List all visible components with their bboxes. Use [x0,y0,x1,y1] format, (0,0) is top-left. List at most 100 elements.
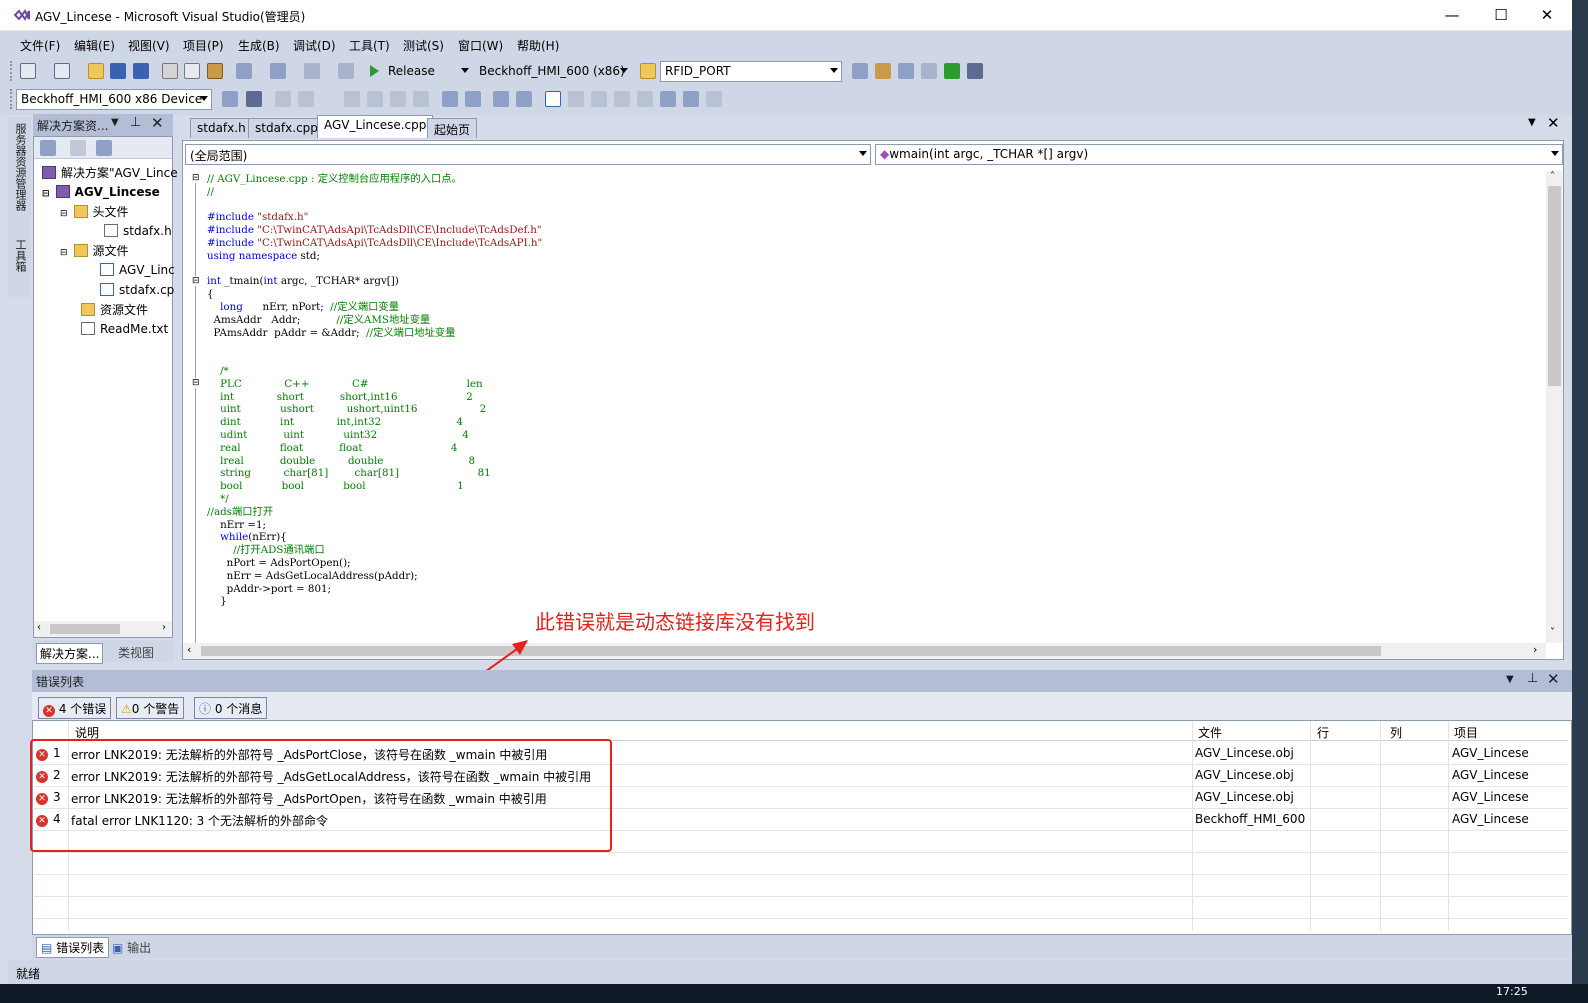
tree-item-header-files[interactable]: ⊟ 头文件 [60,203,129,221]
close-button[interactable]: ✕ [1527,4,1567,26]
code-line[interactable]: string char[81] char[81] 81 [207,467,542,480]
show-all-files-icon[interactable] [70,140,86,156]
code-line[interactable]: pAddr->port = 801; [207,583,542,596]
collapse-icon[interactable]: ⊟ [42,189,50,199]
comment-icon[interactable] [493,91,509,107]
messages-filter-button[interactable]: ⓘ 0 个消息 [194,697,268,719]
menu-window[interactable]: 窗口(W) [458,37,503,54]
code-line[interactable]: bool bool bool 1 [207,480,542,493]
collapse-icon[interactable]: ⊟ [60,248,68,258]
tree-item-stdafx-cpp[interactable]: stdafx.cp [100,281,174,299]
format-bold-icon[interactable] [275,91,291,107]
code-line[interactable]: lreal double double 8 [207,455,542,468]
scroll-thumb[interactable] [1548,186,1561,386]
next-bookmark-icon[interactable] [591,91,607,107]
code-line[interactable]: } [207,595,542,608]
start-debugging-icon[interactable] [366,63,382,79]
format-italic-icon[interactable] [298,91,314,107]
chevron-down-icon[interactable]: ▼ [1528,117,1536,128]
save-icon[interactable] [110,63,126,79]
tab-error-list[interactable]: ▤ 错误列表 [36,937,110,958]
code-line[interactable]: PAmsAddr pAddr = &Addr; //定义端口地址变量 [207,327,542,340]
toolbar-grip[interactable] [10,61,14,81]
next-bookmark-folder-icon[interactable] [637,91,653,107]
menu-project[interactable]: 项目(P) [183,37,224,54]
bookmark-icon[interactable] [545,91,561,107]
scroll-down-icon[interactable]: ˅ [1550,627,1555,638]
code-line[interactable]: uint ushort ushort,uint16 2 [207,403,542,416]
menu-edit[interactable]: 编辑(E) [74,37,115,54]
tab-stdafx-cpp[interactable]: stdafx.cpp [248,118,325,138]
tree-item-stdafx-h[interactable]: stdafx.h [104,222,172,240]
column-column[interactable]: 列 [1390,724,1402,741]
target-device-select[interactable]: Beckhoff_HMI_600 x86 Device [16,89,212,110]
code-line[interactable]: //打开ADS通讯端口 [207,544,542,557]
maximize-button[interactable]: ☐ [1481,4,1521,26]
scroll-left-icon[interactable]: ‹ [37,622,41,633]
solution-platform-select[interactable]: Beckhoff_HMI_600 (x86) [474,61,632,82]
properties-icon[interactable] [40,140,56,156]
code-line[interactable]: while(nErr){ [207,531,542,544]
navigate-back-icon[interactable] [304,63,320,79]
pin-icon[interactable]: ⊥ [130,115,141,130]
code-text[interactable]: // AGV_Lincese.cpp : 定义控制台应用程序的入口点。// #i… [207,173,542,608]
warnings-filter-button[interactable]: ⚠0 个警告 [116,697,185,719]
column-file[interactable]: 文件 [1198,724,1222,741]
code-line[interactable]: /* [207,365,542,378]
scroll-thumb[interactable] [50,624,120,634]
code-line[interactable] [207,263,542,276]
tree-item-resource-files[interactable]: 资源文件 [81,301,148,319]
code-line[interactable]: AmsAddr Addr; //定义AMS地址变量 [207,314,542,327]
font-icon[interactable] [413,91,429,107]
code-line[interactable]: //ads端口打开 [207,506,542,519]
toolbox-tab[interactable]: 工具箱 [12,239,28,272]
close-icon[interactable]: ✕ [1547,670,1560,688]
code-line[interactable]: long nErr, nPort; //定义端口变量 [207,301,542,314]
menu-view[interactable]: 视图(V) [128,37,170,54]
solution-config-select[interactable]: Release [383,61,473,82]
next-bookmark-doc-icon[interactable] [683,91,699,107]
minimize-button[interactable]: — [1432,4,1472,26]
collapse-icon[interactable]: ⊟ [192,378,200,388]
copy-icon[interactable] [184,63,200,79]
tree-item-agv-cpp[interactable]: AGV_Linc [100,261,175,279]
uncomment-icon[interactable] [516,91,532,107]
collapse-icon[interactable]: ⊟ [192,173,200,183]
find-in-files-icon[interactable] [640,63,656,79]
clear-bookmarks-icon[interactable] [706,91,722,107]
prev-bookmark-icon[interactable] [568,91,584,107]
connect-device-icon[interactable] [246,91,262,107]
tree-item-readme[interactable]: ReadMe.txt [81,320,168,338]
properties-icon[interactable] [875,63,891,79]
undo-icon[interactable] [236,63,252,79]
code-line[interactable]: nErr =1; [207,519,542,532]
code-line[interactable] [207,199,542,212]
code-line[interactable]: #include "C:\TwinCAT\AdsApi\TcAdsDll\CE\… [207,224,542,237]
tree-item-source-files[interactable]: ⊟ 源文件 [60,242,129,260]
tab-output[interactable]: ▣ 输出 [108,938,155,957]
menu-debug[interactable]: 调试(D) [293,37,336,54]
code-line[interactable]: dint int int,int32 4 [207,416,542,429]
menu-test[interactable]: 测试(S) [403,37,444,54]
code-line[interactable]: // AGV_Lincese.cpp : 定义控制台应用程序的入口点。 [207,173,542,186]
member-select[interactable]: ◆wmain(int argc, _TCHAR *[] argv) [875,144,1563,165]
editor-hscrollbar[interactable]: ‹ › [183,643,1546,659]
paste-icon[interactable] [207,63,223,79]
menu-build[interactable]: 生成(B) [238,37,280,54]
scroll-up-icon[interactable]: ˄ [1550,171,1555,182]
text-icon[interactable] [390,91,406,107]
code-line[interactable] [207,339,542,352]
code-line[interactable]: { [207,288,542,301]
code-line[interactable]: int _tmain(int argc, _TCHAR* argv[]) [207,275,542,288]
collapse-icon[interactable]: ⊟ [60,209,68,219]
scroll-left-icon[interactable]: ‹ [187,643,191,656]
pointer-icon[interactable] [367,91,383,107]
device-options-icon[interactable] [222,91,238,107]
column-project[interactable]: 项目 [1454,724,1478,741]
cut-icon[interactable] [162,63,178,79]
pin-icon[interactable]: ⊥ [1527,671,1538,686]
select-icon[interactable] [344,91,360,107]
tab-class-view[interactable]: 类视图 [115,644,157,661]
code-line[interactable]: int short short,int16 2 [207,391,542,404]
solution-explorer-hscrollbar[interactable]: ‹ › [34,621,172,637]
